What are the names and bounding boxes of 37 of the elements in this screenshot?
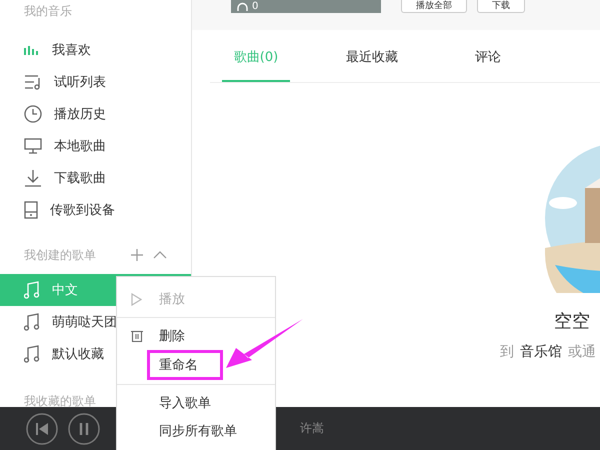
- sidebar-item[interactable]: 本地歌曲: [0, 130, 191, 162]
- music-hall-link[interactable]: 音乐馆: [520, 343, 562, 361]
- device-icon: [24, 201, 38, 219]
- artist-name: 许嵩: [300, 420, 324, 437]
- hint-text: 或通: [568, 343, 596, 361]
- header-button[interactable]: 下载: [477, 0, 525, 13]
- bars-icon: [24, 45, 40, 55]
- collapse-icon[interactable]: [153, 251, 167, 259]
- section-title: 我收藏的歌单: [24, 392, 96, 410]
- sidebar-item[interactable]: 下载歌曲: [0, 162, 191, 194]
- sidebar-item[interactable]: 传歌到设备: [0, 194, 191, 226]
- music-note-icon: [24, 313, 40, 331]
- clock-icon: [24, 105, 42, 123]
- sidebar-item[interactable]: 播放历史: [0, 98, 191, 130]
- tab[interactable]: 最近收藏: [314, 30, 430, 82]
- sidebar-item[interactable]: 试听列表: [0, 66, 191, 98]
- section-title: 我的音乐: [24, 2, 72, 20]
- tab[interactable]: 评论: [430, 30, 546, 82]
- menu-item[interactable]: 重命名: [147, 350, 223, 380]
- playlist-icon: [24, 74, 42, 90]
- hint-text: 到: [500, 343, 514, 361]
- monitor-icon: [24, 138, 42, 154]
- play-icon: [131, 292, 142, 306]
- empty-title: 空空: [554, 310, 591, 333]
- menu-item[interactable]: 导入歌单: [117, 384, 275, 417]
- add-icon[interactable]: [131, 249, 143, 261]
- sidebar-item[interactable]: 我喜欢: [0, 34, 191, 66]
- previous-button-icon[interactable]: [26, 412, 58, 444]
- listen-count: 0: [252, 2, 258, 12]
- menu-item[interactable]: 同步所有歌单: [117, 417, 275, 445]
- header-button[interactable]: 播放全部: [401, 0, 467, 13]
- pause-button-icon[interactable]: [68, 412, 100, 444]
- music-note-icon: [24, 345, 40, 363]
- section-title: 我创建的歌单: [24, 246, 96, 264]
- trash-icon: [131, 330, 143, 342]
- music-note-icon: [24, 281, 40, 299]
- download-icon: [24, 169, 42, 187]
